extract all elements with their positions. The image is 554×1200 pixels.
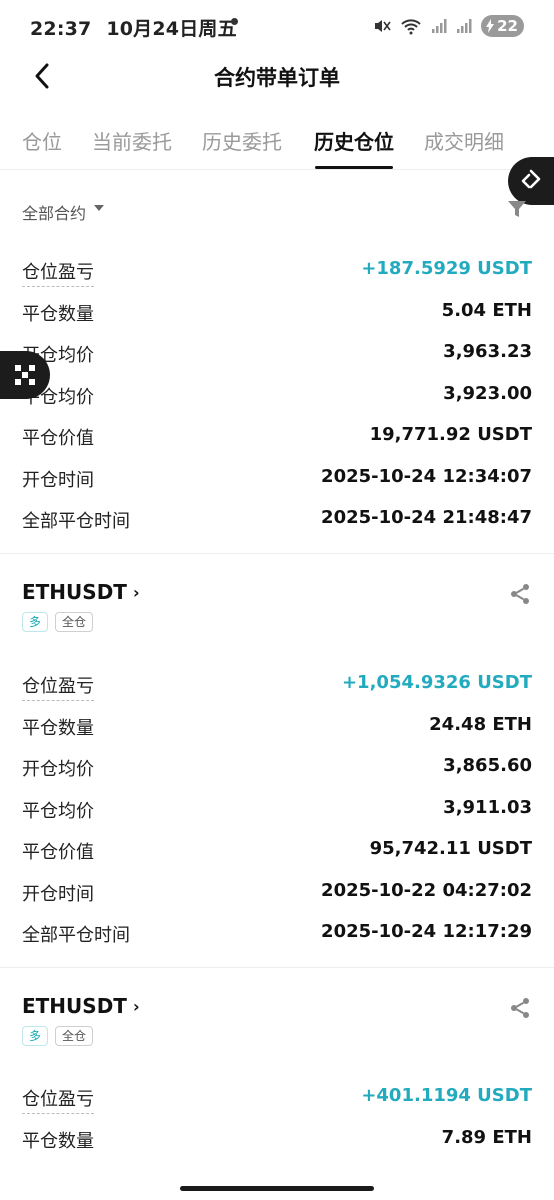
row-pnl: 仓位盈亏 +1,054.9326 USDT — [0, 664, 554, 706]
row-close-value: 平仓价值 95,742.11 USDT — [0, 830, 554, 872]
share-icon[interactable] — [508, 996, 532, 1024]
tab-position-history[interactable]: 历史仓位 — [314, 126, 394, 155]
home-indicator[interactable] — [180, 1186, 374, 1191]
value-close-time: 2025-10-24 12:17:29 — [321, 921, 532, 942]
value-close-value: 19,771.92 USDT — [369, 424, 532, 445]
chevron-right-icon: › — [132, 582, 140, 602]
row-close-qty: 平仓数量 24.48 ETH — [0, 706, 554, 748]
label-close-qty: 平仓数量 — [22, 717, 94, 739]
value-close-value: 95,742.11 USDT — [369, 838, 532, 859]
tags: 多 全仓 — [22, 1026, 94, 1046]
label-close-avg: 平仓均价 — [22, 800, 94, 822]
value-close-avg: 3,911.03 — [443, 796, 532, 818]
wifi-icon — [400, 17, 422, 35]
tab-positions[interactable]: 仓位 — [22, 126, 62, 155]
tab-bar: 仓位 当前委托 历史委托 历史仓位 成交明细 — [0, 118, 554, 170]
active-tab-indicator — [315, 166, 393, 169]
value-open-time: 2025-10-24 12:34:07 — [321, 465, 532, 487]
symbol-name: ETHUSDT — [22, 580, 127, 604]
contract-filter-dropdown[interactable]: 全部合约 — [22, 200, 86, 224]
tab-trade-details[interactable]: 成交明细 — [424, 126, 504, 155]
side-tag: 多 — [22, 612, 49, 632]
tab-open-orders[interactable]: 当前委托 — [92, 126, 172, 155]
nav-bar: 合约带单订单 — [0, 54, 554, 98]
row-open-avg: 开仓均价 3,963.23 — [0, 333, 554, 375]
value-open-avg: 3,865.60 — [443, 755, 532, 776]
divider — [0, 553, 554, 554]
margin-mode-tag: 全仓 — [55, 1026, 94, 1046]
label-pnl[interactable]: 仓位盈亏 — [22, 258, 94, 287]
tab-order-history[interactable]: 历史委托 — [202, 126, 282, 155]
symbol-link[interactable]: ETHUSDT › — [22, 994, 140, 1018]
side-tag: 多 — [22, 1026, 49, 1046]
value-pnl: +1,054.9326 USDT — [341, 672, 532, 693]
filter-icon[interactable] — [506, 198, 528, 224]
row-close-time: 全部平仓时间 2025-10-24 12:17:29 — [0, 913, 554, 955]
row-pnl: 仓位盈亏 +401.1194 USDT — [0, 1077, 554, 1119]
position-card-3-header: ETHUSDT › 多 全仓 — [0, 994, 554, 1054]
value-close-qty: 7.89 ETH — [441, 1126, 532, 1148]
page-title: 合约带单订单 — [214, 66, 340, 90]
mute-icon — [373, 17, 391, 35]
okx-logo-icon — [15, 365, 35, 385]
label-open-time: 开仓时间 — [22, 469, 94, 491]
label-pnl[interactable]: 仓位盈亏 — [22, 672, 94, 701]
margin-mode-tag: 全仓 — [55, 612, 94, 632]
label-close-value: 平仓价值 — [22, 842, 94, 863]
position-card-2-header: ETHUSDT › 多 全仓 — [0, 580, 554, 640]
value-close-time: 2025-10-24 21:48:47 — [321, 507, 532, 528]
value-open-avg: 3,963.23 — [443, 341, 532, 362]
row-close-time: 全部平仓时间 2025-10-24 21:48:47 — [0, 499, 554, 541]
status-icons: 22 — [373, 14, 524, 38]
row-close-value: 平仓价值 19,771.92 USDT — [0, 416, 554, 458]
chevron-right-icon: › — [132, 996, 140, 1016]
label-open-avg: 开仓均价 — [22, 759, 94, 780]
status-date: 10月24日周五 — [106, 18, 237, 40]
signal-icon-2 — [456, 18, 472, 34]
row-close-avg: 平仓均价 3,923.00 — [0, 375, 554, 417]
floating-app-button[interactable] — [0, 351, 50, 399]
value-close-qty: 5.04 ETH — [441, 299, 532, 321]
row-open-time: 开仓时间 2025-10-24 12:34:07 — [0, 458, 554, 500]
position-card-3: 仓位盈亏 +401.1194 USDT 平仓数量 7.89 ETH — [0, 1077, 554, 1160]
share-icon[interactable] — [508, 582, 532, 610]
row-open-avg: 开仓均价 3,865.60 — [0, 747, 554, 789]
value-open-time: 2025-10-22 04:27:02 — [321, 879, 532, 901]
label-pnl[interactable]: 仓位盈亏 — [22, 1085, 94, 1114]
value-pnl: +401.1194 USDT — [361, 1085, 532, 1106]
position-card-2: 仓位盈亏 +1,054.9326 USDT 平仓数量 24.48 ETH 开仓均价 3… — [0, 664, 554, 955]
caret-down-icon — [94, 205, 104, 211]
tags: 多 全仓 — [22, 612, 94, 632]
charging-icon — [486, 19, 495, 33]
label-close-time: 全部平仓时间 — [22, 925, 130, 946]
signal-icon — [431, 18, 447, 34]
battery-level: 22 — [497, 17, 518, 35]
label-close-qty: 平仓数量 — [22, 1130, 94, 1152]
status-clock: 22:37 — [30, 18, 92, 40]
position-card-1: 仓位盈亏 +187.5929 USDT 平仓数量 5.04 ETH 开仓均价 3,96… — [0, 250, 554, 541]
battery-indicator: 22 — [481, 15, 524, 37]
row-close-qty: 平仓数量 7.89 ETH — [0, 1119, 554, 1161]
value-close-avg: 3,923.00 — [443, 382, 532, 404]
label-close-qty: 平仓数量 — [22, 303, 94, 325]
row-open-time: 开仓时间 2025-10-22 04:27:02 — [0, 872, 554, 914]
status-time: 22:37 10月24日周五 — [30, 14, 237, 41]
filter-row: 全部合约 — [0, 190, 554, 230]
label-close-value: 平仓价值 — [22, 428, 94, 449]
status-bar: 22:37 10月24日周五 22 — [0, 0, 554, 54]
row-close-qty: 平仓数量 5.04 ETH — [0, 292, 554, 334]
notification-dot — [231, 18, 238, 25]
label-open-time: 开仓时间 — [22, 883, 94, 905]
divider — [0, 967, 554, 968]
symbol-link[interactable]: ETHUSDT › — [22, 580, 140, 604]
symbol-name: ETHUSDT — [22, 994, 127, 1018]
label-close-time: 全部平仓时间 — [22, 511, 130, 532]
row-close-avg: 平仓均价 3,911.03 — [0, 789, 554, 831]
value-close-qty: 24.48 ETH — [429, 713, 532, 735]
value-pnl: +187.5929 USDT — [361, 258, 532, 279]
row-pnl: 仓位盈亏 +187.5929 USDT — [0, 250, 554, 292]
